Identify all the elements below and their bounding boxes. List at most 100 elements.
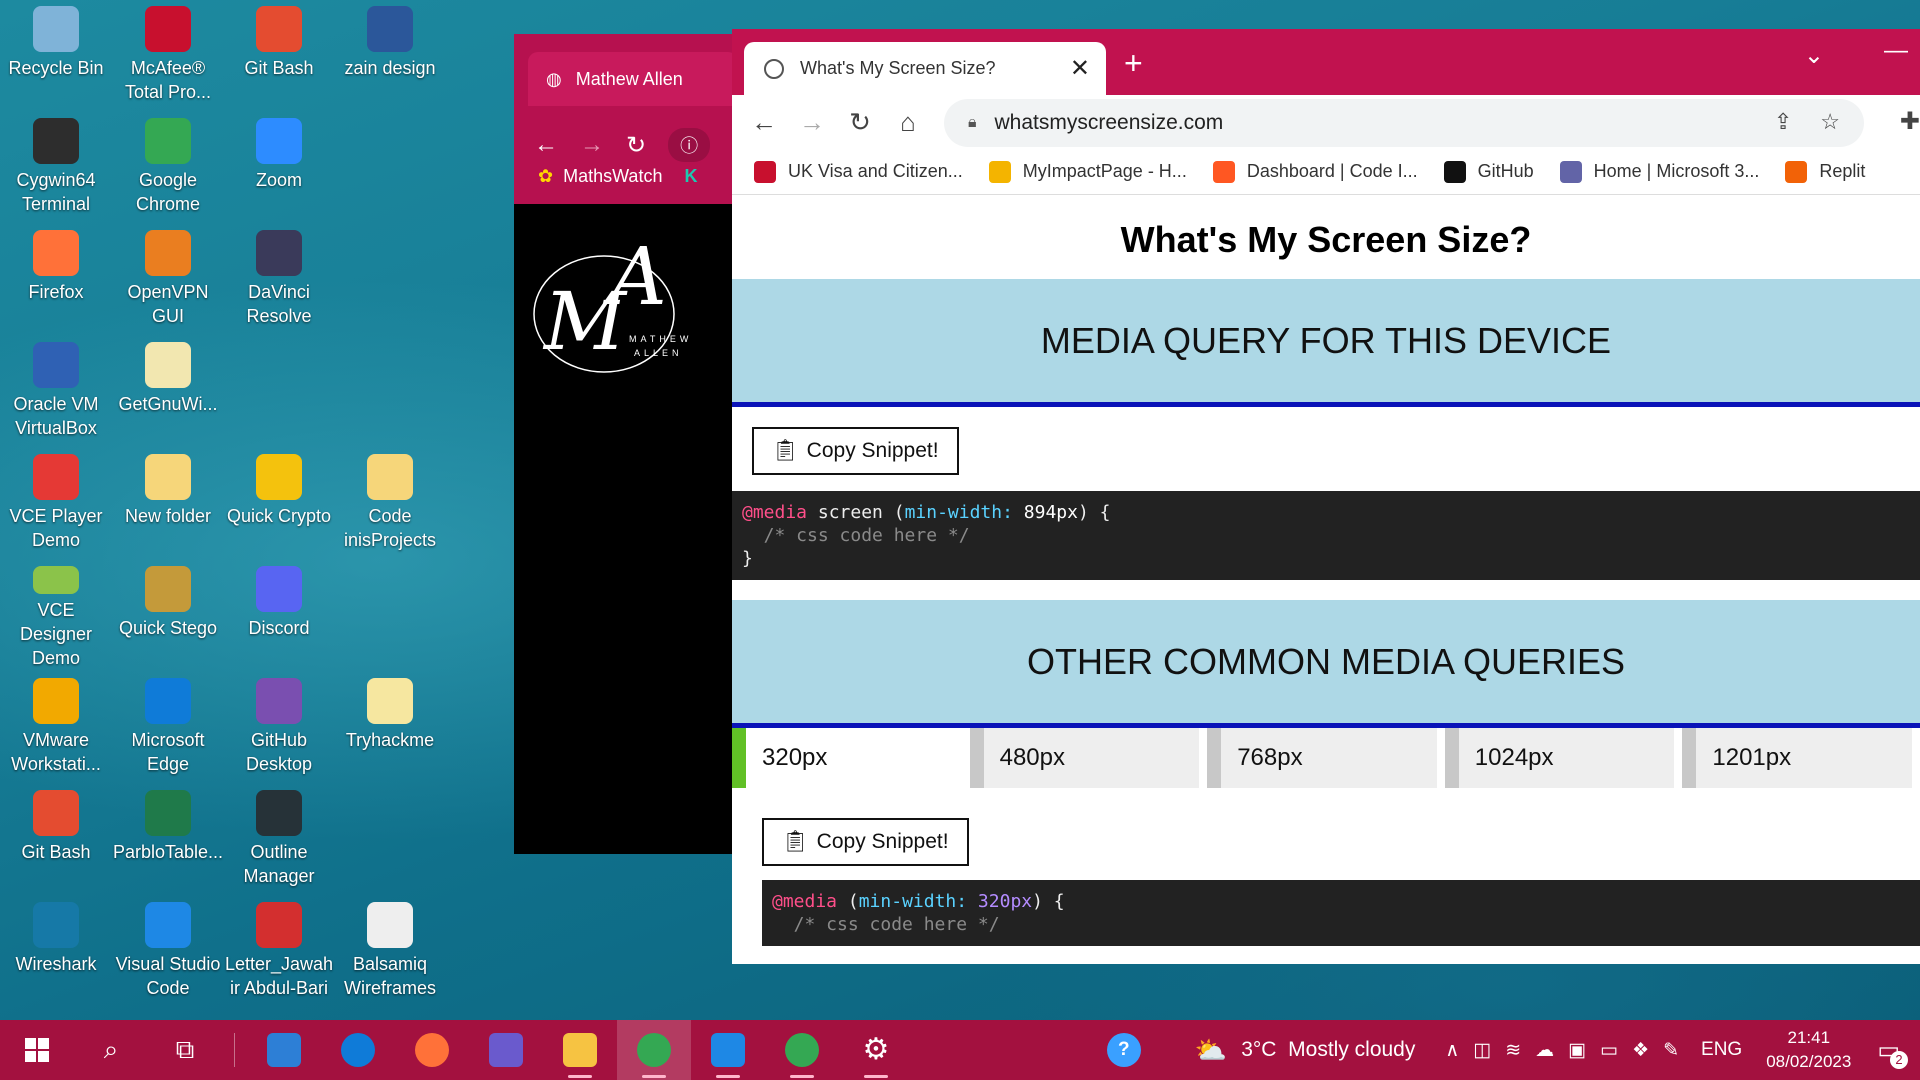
browser-window[interactable]: What's My Screen Size? ✕ + ⌄ — ← → ↻ ⌂ 🔒… [732, 29, 1920, 964]
share-icon[interactable]: ⇪ [1774, 109, 1792, 135]
desktop-icon[interactable]: Tryhackme [334, 674, 446, 782]
weather-cloud-icon[interactable]: ⛅ [1195, 1035, 1227, 1066]
git-bash-icon [33, 790, 79, 836]
search-button[interactable]: ⌕ [74, 1020, 148, 1080]
desktop-icon[interactable]: Code inisProjects [334, 450, 446, 558]
browser-titlebar: What's My Screen Size? ✕ + ⌄ — [732, 29, 1920, 95]
notification-center-icon[interactable]: ▭ 2 [1877, 1036, 1908, 1069]
desktop-icon[interactable]: GitHub Desktop [223, 674, 335, 782]
home-button[interactable]: ⌂ [884, 107, 932, 138]
svg-text:MATHEW: MATHEW [629, 334, 692, 344]
code-line: @media screen (min-width: 894px) { [742, 502, 1111, 523]
taskbar-app-button[interactable] [543, 1020, 617, 1080]
camera-icon[interactable]: ◫ [1473, 1039, 1491, 1062]
cygwin-icon [33, 118, 79, 164]
background-bookmark-mathswatch[interactable]: ✿ MathsWatch K [538, 166, 697, 187]
background-browser-window[interactable]: ◍ Mathew Allen ← → ↻ ⓘ ✿ MathsWatch K M … [514, 34, 734, 854]
screen-icon[interactable]: ▣ [1568, 1039, 1586, 1062]
desktop-icon[interactable]: McAfee® Total Pro... [112, 2, 224, 110]
breakpoint-tab[interactable]: 320px [732, 728, 962, 788]
desktop-icon[interactable]: Quick Crypto [223, 450, 335, 558]
taskbar-app-button[interactable]: ⚙ [839, 1020, 913, 1080]
desktop-icon[interactable]: Discord [223, 562, 335, 670]
forward-arrow-icon[interactable]: → [580, 131, 604, 159]
close-tab-icon[interactable]: ✕ [1070, 54, 1090, 83]
breakpoint-tab[interactable]: 768px [1207, 728, 1437, 788]
taskbar-app-button[interactable] [691, 1020, 765, 1080]
help-icon[interactable]: ? [1106, 1033, 1141, 1067]
back-button[interactable]: ← [740, 107, 788, 138]
show-hidden-icons-chevron-icon[interactable]: ∧ [1445, 1039, 1459, 1062]
bookmark-item[interactable]: MyImpactPage - H... [988, 160, 1187, 183]
weather-text[interactable]: 3°C Mostly cloudy [1241, 1038, 1415, 1062]
forward-button[interactable]: → [788, 107, 836, 138]
taskbar-app-button[interactable] [617, 1020, 691, 1080]
breakpoint-tab[interactable]: 480px [969, 728, 1200, 788]
reload-icon[interactable]: ↻ [626, 131, 646, 160]
desktop-icon[interactable]: VMware Workstati... [0, 674, 112, 782]
minimize-button[interactable]: — [1884, 37, 1908, 65]
desktop-icon[interactable]: Firefox [0, 226, 112, 334]
breakpoint-tab[interactable]: 1201px [1682, 728, 1912, 788]
desktop-icon[interactable]: Microsoft Edge [112, 674, 224, 782]
background-browser-tab[interactable]: ◍ Mathew Allen [528, 52, 734, 106]
back-arrow-icon[interactable]: ← [534, 131, 558, 159]
taskbar-app-button[interactable] [395, 1020, 469, 1080]
extensions-puzzle-icon[interactable]: ✚ [1900, 107, 1920, 136]
bookmark-star-icon[interactable]: ☆ [1820, 109, 1840, 135]
new-tab-button[interactable]: + [1124, 45, 1143, 82]
info-icon[interactable]: ⓘ [668, 128, 711, 162]
taskbar-app-button[interactable] [247, 1020, 321, 1080]
task-view-button[interactable]: ⧉ [148, 1020, 222, 1080]
desktop-icon[interactable]: Visual Studio Code [112, 898, 224, 1006]
taskbar-app-button[interactable] [469, 1020, 543, 1080]
desktop-icon[interactable]: Git Bash [0, 786, 112, 894]
code-comment: /* css code here */ [742, 525, 970, 546]
copy-snippet-button[interactable]: 📋︎ Copy Snippet! [762, 818, 969, 866]
desktop-icon[interactable]: New folder [112, 450, 224, 558]
bookmark-item[interactable]: Dashboard | Code I... [1212, 160, 1418, 183]
dropbox-icon[interactable]: ❖ [1632, 1039, 1649, 1062]
desktop-icon[interactable]: Balsamiq Wireframes [334, 898, 446, 1006]
desktop-icon[interactable]: Letter_Jawahir Abdul-Bari [223, 898, 335, 1006]
desktop-icon[interactable]: Quick Stego [112, 562, 224, 670]
desktop-icon[interactable]: ParbloTable... [112, 786, 224, 894]
desktop-icon[interactable]: zain design [334, 2, 446, 110]
reload-button[interactable]: ↻ [836, 107, 884, 138]
wifi-icon[interactable]: ≋ [1505, 1039, 1521, 1062]
pen-icon[interactable]: ✎ [1663, 1039, 1679, 1062]
desktop-icon[interactable]: VCE Player Demo [0, 450, 112, 558]
breakpoint-tab[interactable]: 1024px [1444, 728, 1675, 788]
desktop-icon[interactable]: Outline Manager [223, 786, 335, 894]
desktop-icon[interactable]: GetGnuWi... [112, 338, 224, 446]
desktop-icon[interactable]: DaVinci Resolve [223, 226, 335, 334]
desktop-icon[interactable]: OpenVPN GUI [112, 226, 224, 334]
desktop-icon[interactable]: Oracle VM VirtualBox [0, 338, 112, 446]
onedrive-cloud-icon[interactable]: ☁ [1535, 1039, 1554, 1062]
start-button[interactable] [0, 1020, 74, 1080]
desktop-icon[interactable]: Recycle Bin [0, 2, 112, 110]
bookmark-item[interactable]: Replit [1785, 160, 1865, 183]
tab-search-chevron-icon[interactable]: ⌄ [1804, 41, 1824, 70]
url-text[interactable]: whatsmyscreensize.com [995, 111, 1224, 135]
battery-icon[interactable]: ▭ [1600, 1039, 1618, 1062]
bookmark-item[interactable]: GitHub [1443, 160, 1534, 183]
svg-text:ALLEN: ALLEN [634, 348, 683, 358]
active-tab[interactable]: What's My Screen Size? ✕ [744, 42, 1106, 95]
clock[interactable]: 21:41 08/02/2023 [1766, 1026, 1851, 1074]
desktop-icon[interactable]: Wireshark [0, 898, 112, 1006]
desktop-icon-label: DaVinci Resolve [246, 282, 312, 326]
desktop-icon[interactable]: Cygwin64 Terminal [0, 114, 112, 222]
bookmark-item[interactable]: UK Visa and Citizen... [754, 160, 963, 183]
address-bar[interactable]: 🔒︎ whatsmyscreensize.com ⇪ ☆ [944, 99, 1864, 147]
lock-icon[interactable]: 🔒︎ [968, 114, 977, 132]
taskbar-app-button[interactable] [321, 1020, 395, 1080]
desktop-icon[interactable]: Zoom [223, 114, 335, 222]
desktop-icon[interactable]: VCE Designer Demo [0, 562, 112, 670]
desktop-icon[interactable]: Google Chrome [112, 114, 224, 222]
language-indicator[interactable]: ENG [1701, 1039, 1742, 1061]
copy-snippet-button[interactable]: 📋︎ Copy Snippet! [752, 427, 959, 475]
bookmark-item[interactable]: Home | Microsoft 3... [1559, 160, 1759, 183]
desktop-icon[interactable]: Git Bash [223, 2, 335, 110]
taskbar-app-button[interactable] [765, 1020, 839, 1080]
